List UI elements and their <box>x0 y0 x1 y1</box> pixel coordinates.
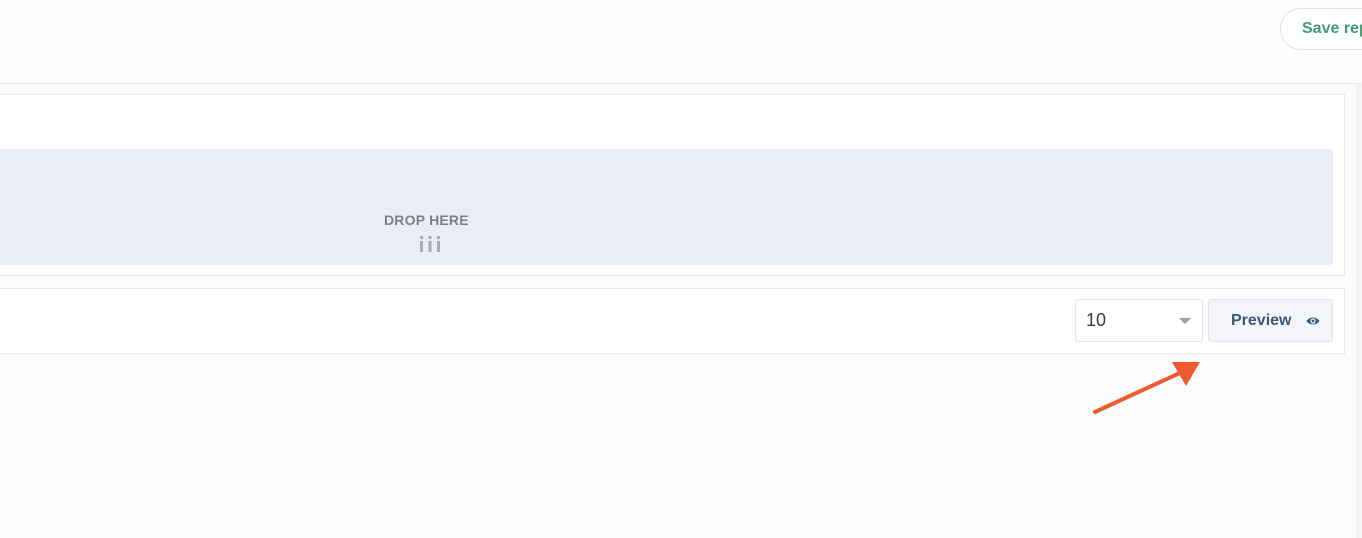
annotation-arrow <box>1093 362 1200 414</box>
preview-button[interactable]: Preview <box>1208 299 1333 342</box>
grip-vertical-icon <box>420 236 440 252</box>
drop-zone[interactable] <box>0 149 1333 265</box>
save-report-button[interactable]: Save rep <box>1280 8 1362 50</box>
caret-down-icon <box>1179 318 1191 324</box>
rows-limit-select[interactable]: 10 <box>1075 299 1203 342</box>
report-builder-page: Save rep DROP HERE 10 Preview <box>0 0 1362 538</box>
eye-icon <box>1306 317 1320 325</box>
rows-limit-value: 10 <box>1086 310 1107 330</box>
preview-button-label: Preview <box>1231 312 1292 329</box>
top-toolbar: Save rep <box>0 0 1362 84</box>
side-scrollbar[interactable] <box>1357 83 1362 538</box>
drop-zone-label: DROP HERE <box>384 212 469 228</box>
